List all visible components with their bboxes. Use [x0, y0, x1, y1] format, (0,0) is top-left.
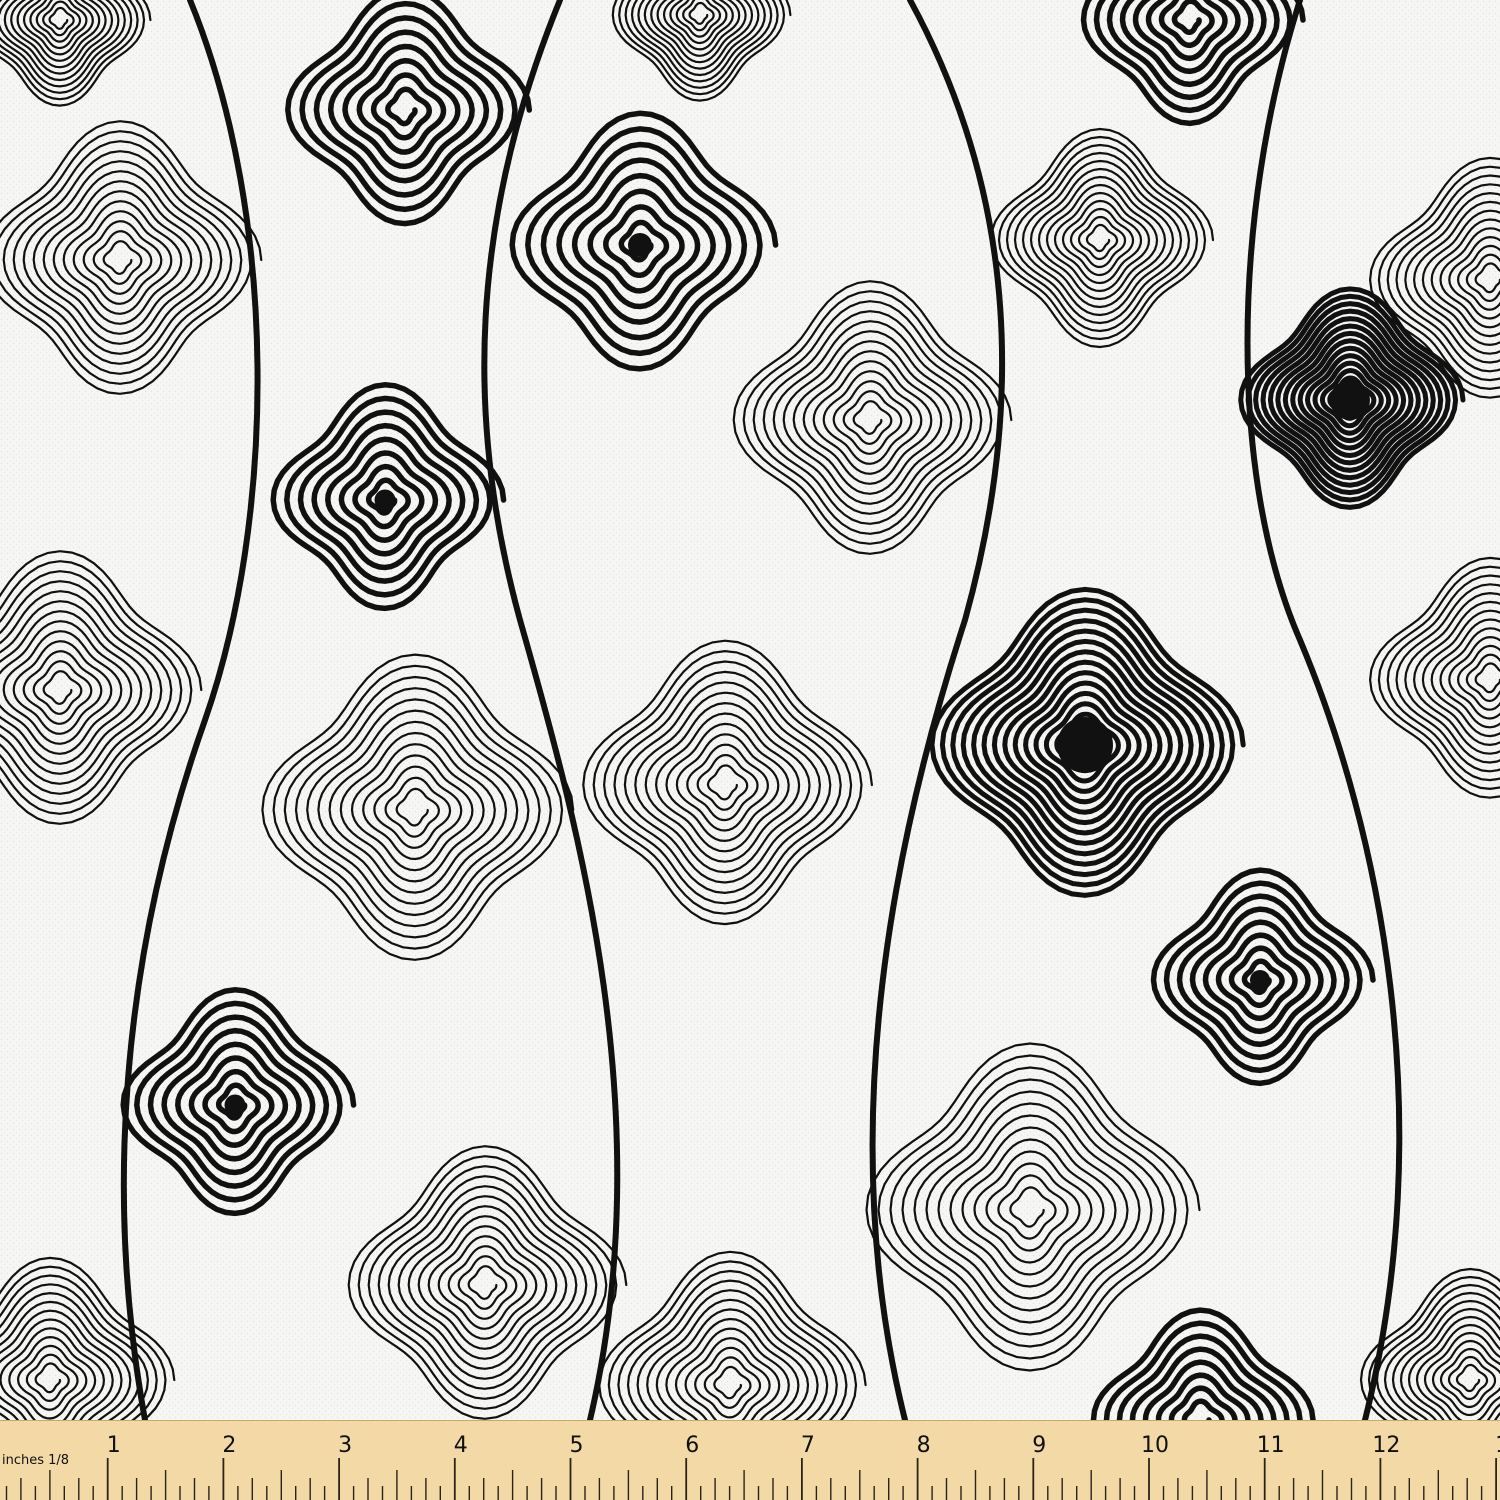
ruler-number: 6 [685, 1433, 699, 1458]
ruler-unit-label: inches 1/8 [2, 1453, 69, 1468]
spiral-center-dot [1330, 380, 1370, 420]
ruler-number: 11 [1257, 1433, 1285, 1458]
spiral-center-dot [1250, 970, 1270, 990]
ruler-number: 4 [454, 1433, 468, 1458]
ruler-number: 2 [222, 1433, 236, 1458]
ruler-number: 5 [570, 1433, 584, 1458]
ruler-number: 3 [338, 1433, 352, 1458]
fabric-swatch [0, 0, 1500, 1420]
ruler-number: 1 [107, 1433, 121, 1458]
ruler-number: 7 [801, 1433, 815, 1458]
ruler-background [0, 1420, 1500, 1500]
ruler-number: 9 [1032, 1433, 1046, 1458]
spiral-center-dot [628, 233, 652, 257]
ruler-number: 8 [917, 1433, 931, 1458]
ruler-number: 1 [1495, 1433, 1500, 1458]
ruler-number: 10 [1141, 1433, 1169, 1458]
ruler-number: 12 [1372, 1433, 1400, 1458]
spiral-center-dot [374, 489, 396, 511]
spiral-center-dot [1057, 717, 1113, 773]
spiral-center-dot [224, 1094, 246, 1116]
measuring-ruler: 1234567891011121 inches 1/8 [0, 1420, 1500, 1500]
fabric-background [0, 0, 1500, 1420]
